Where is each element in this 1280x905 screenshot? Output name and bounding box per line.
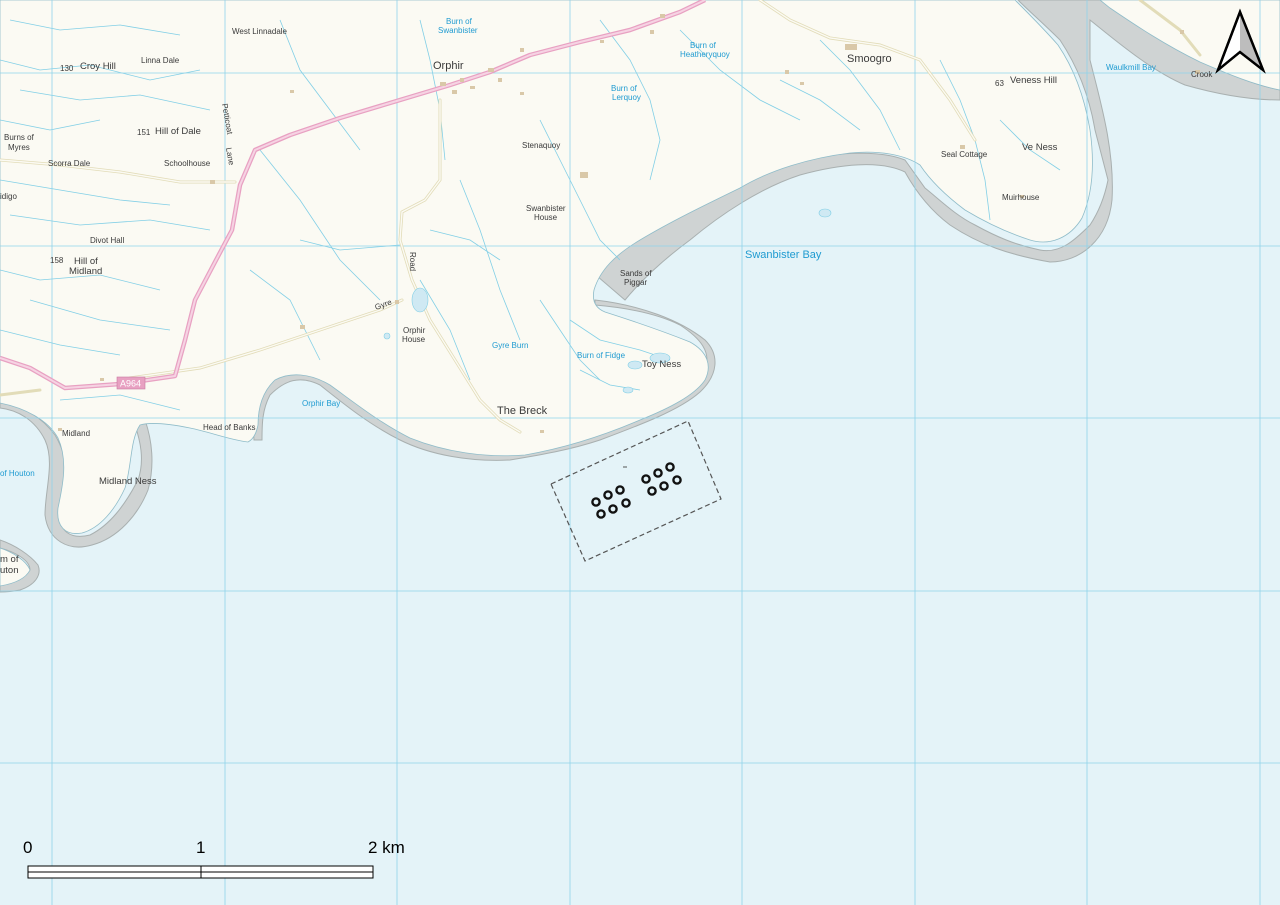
label-seal-cottage: Seal Cottage [941, 150, 988, 159]
label-midland: Midland [62, 429, 90, 438]
label-idigo: idigo [0, 192, 17, 201]
label-orphir: Orphir [433, 60, 464, 72]
label-sands-of-piggar: Sands of [620, 269, 652, 278]
label-waulkmill-bay: Waulkmill Bay [1106, 63, 1156, 72]
label-scorra-dale: Scorra Dale [48, 159, 91, 168]
label-orphir-house: Orphir [403, 326, 426, 335]
label-west-linnadale: West Linnadale [232, 27, 288, 36]
label-smoogro: Smoogro [847, 53, 892, 65]
label-gyre-burn: Gyre Burn [492, 341, 528, 350]
label-croy-hill-height: 130 [60, 64, 74, 73]
label-veness-hill: Veness Hill [1010, 75, 1057, 86]
label-bay-of-houton: of Houton [0, 469, 35, 478]
label-orphir-bay: Orphir Bay [302, 399, 340, 408]
label-burns-of-myres-2: Myres [8, 143, 30, 152]
label-burn-of-heatheryquoy: Burn of [690, 41, 717, 50]
label-hill-of-midland-height: 158 [50, 256, 64, 265]
a964-shield: A964 [116, 376, 146, 390]
label-orphir-house-2: House [402, 335, 426, 344]
scale-label-0: 0 [23, 838, 32, 857]
label-burn-of-swanbister-2: Swanbister [438, 26, 478, 35]
label-swanbister-house-2: House [534, 213, 558, 222]
label-hill-of-dale-height: 151 [137, 128, 151, 137]
label-stenaquoy: Stenaquoy [522, 141, 560, 150]
label-midland-ness: Midland Ness [99, 476, 157, 487]
label-schoolhouse: Schoolhouse [164, 159, 211, 168]
label-burns-of-myres: Burns of [4, 133, 35, 142]
a964-label: A964 [120, 379, 141, 389]
label-burn-of-fidge: Burn of Fidge [577, 351, 626, 360]
label-swanbister-house: Swanbister [526, 204, 566, 213]
label-toy-ness: Toy Ness [642, 359, 681, 370]
label-burn-of-heatheryquoy-2: Heatheryquoy [680, 50, 730, 59]
label-holm-of-houton: m of [0, 554, 19, 565]
label-burn-of-swanbister: Burn of [446, 17, 473, 26]
label-croy-hill: Croy Hill [80, 61, 116, 72]
label-the-breck: The Breck [497, 405, 548, 417]
map-view[interactable]: West Linnadale 130 Croy Hill Linna Dale … [0, 0, 1280, 905]
label-burn-of-lerquoy: Burn of [611, 84, 638, 93]
label-hill-of-midland-2: Midland [69, 266, 102, 277]
label-swanbister-bay: Swanbister Bay [745, 249, 822, 261]
label-divot-hall: Divot Hall [90, 236, 124, 245]
label-hill-of-dale: Hill of Dale [155, 126, 201, 137]
label-ve-ness: Ve Ness [1022, 142, 1058, 153]
label-crook: Crook [1191, 70, 1213, 79]
scale-label-2km: 2 km [368, 838, 405, 857]
label-road: Road [408, 252, 417, 271]
label-linna-dale: Linna Dale [141, 56, 180, 65]
map-canvas: West Linnadale 130 Croy Hill Linna Dale … [0, 0, 1280, 905]
label-veness-hill-height: 63 [995, 79, 1004, 88]
label-sands-of-piggar-2: Piggar [624, 278, 647, 287]
scale-label-1: 1 [196, 838, 205, 857]
label-muirhouse: Muirhouse [1002, 193, 1040, 202]
label-head-of-banks: Head of Banks [203, 423, 255, 432]
label-holm-of-houton-2: uton [0, 565, 19, 576]
label-burn-of-lerquoy-2: Lerquoy [612, 93, 641, 102]
